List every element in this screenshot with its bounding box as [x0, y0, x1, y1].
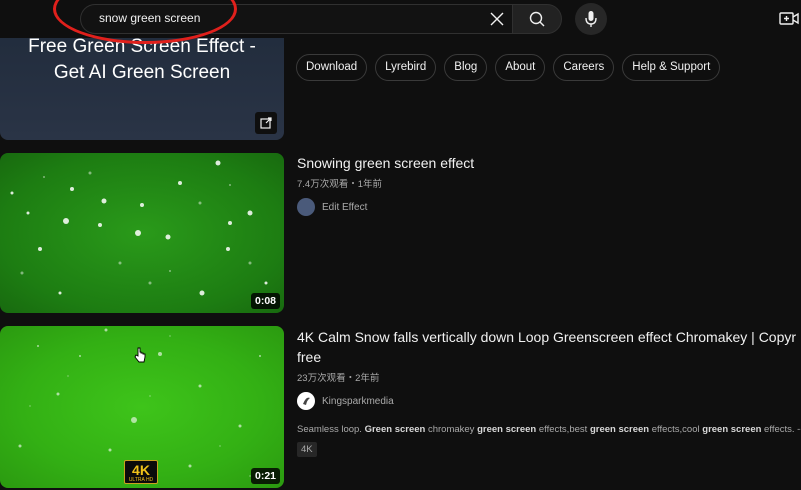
desc-highlight: green screen	[589, 424, 650, 435]
channel-name[interactable]: Edit Effect	[322, 202, 367, 213]
desc-text: effects,best	[536, 424, 590, 435]
search-input[interactable]	[99, 11, 479, 25]
channel-name[interactable]: Kingsparkmedia	[322, 396, 394, 407]
chip-blog[interactable]: Blog	[444, 54, 488, 81]
desc-highlight: Green screen	[364, 424, 426, 435]
chip-careers[interactable]: Careers	[553, 54, 615, 81]
create-video-icon	[779, 12, 799, 25]
mouse-cursor-icon	[134, 347, 146, 363]
search-button[interactable]	[512, 4, 562, 34]
clear-search-button[interactable]	[486, 8, 508, 30]
badge-ultrahd-text: ULTRA HD	[128, 477, 154, 483]
voice-search-button[interactable]	[575, 3, 607, 35]
desc-text: effects. ----	[764, 424, 801, 435]
open-external-icon	[260, 117, 272, 129]
video-duration: 0:08	[250, 293, 280, 309]
chip-lyrebird[interactable]: Lyrebird	[375, 54, 437, 81]
badge-4k-text: 4K	[132, 462, 150, 478]
4k-ultra-hd-badge: 4K ULTRA HD	[124, 460, 158, 484]
desc-text: effects,cool	[649, 424, 703, 435]
mic-icon	[585, 11, 597, 27]
chip-download[interactable]: Download	[296, 54, 368, 81]
desc-highlight: green screen	[477, 424, 537, 435]
desc-text: chromakey	[425, 424, 478, 435]
channel-row-1[interactable]: Edit Effect	[297, 198, 367, 216]
chip-about[interactable]: About	[495, 54, 546, 81]
avatar[interactable]	[297, 198, 315, 216]
ad-title-line2: Get AI Green Screen	[53, 62, 231, 83]
chip-help-support[interactable]: Help & Support	[622, 54, 721, 81]
search-box[interactable]	[80, 4, 512, 34]
desc-text: Seamless loop.	[297, 424, 365, 435]
video-meta-2: 23万次观看・2年前	[297, 373, 380, 384]
channel-row-2[interactable]: Kingsparkmedia	[297, 392, 394, 410]
ad-sitelinks: Download Lyrebird Blog About Careers Hel…	[296, 54, 721, 81]
video-duration: 0:21	[250, 468, 280, 484]
clear-icon	[490, 12, 504, 26]
tag-4k[interactable]: 4K	[297, 442, 317, 457]
channel-logo-icon	[303, 397, 310, 405]
video-description: Seamless loop. Green screen chromakey gr…	[297, 424, 801, 435]
video-title-2-line2[interactable]: free	[297, 347, 321, 367]
avatar[interactable]	[297, 392, 315, 410]
video-title-1[interactable]: Snowing green screen effect	[297, 153, 474, 173]
desc-highlight: green screen	[702, 424, 762, 435]
video-thumbnail-1[interactable]: 0:08	[0, 153, 284, 313]
open-external-button[interactable]	[255, 112, 277, 134]
search-icon	[529, 11, 545, 27]
top-bar	[0, 0, 801, 38]
video-title-2-line1[interactable]: 4K Calm Snow falls vertically down Loop …	[297, 327, 796, 347]
video-meta-1: 7.4万次观看・1年前	[297, 179, 382, 190]
snowflakes-pattern	[10, 160, 268, 296]
create-button[interactable]	[778, 9, 800, 29]
